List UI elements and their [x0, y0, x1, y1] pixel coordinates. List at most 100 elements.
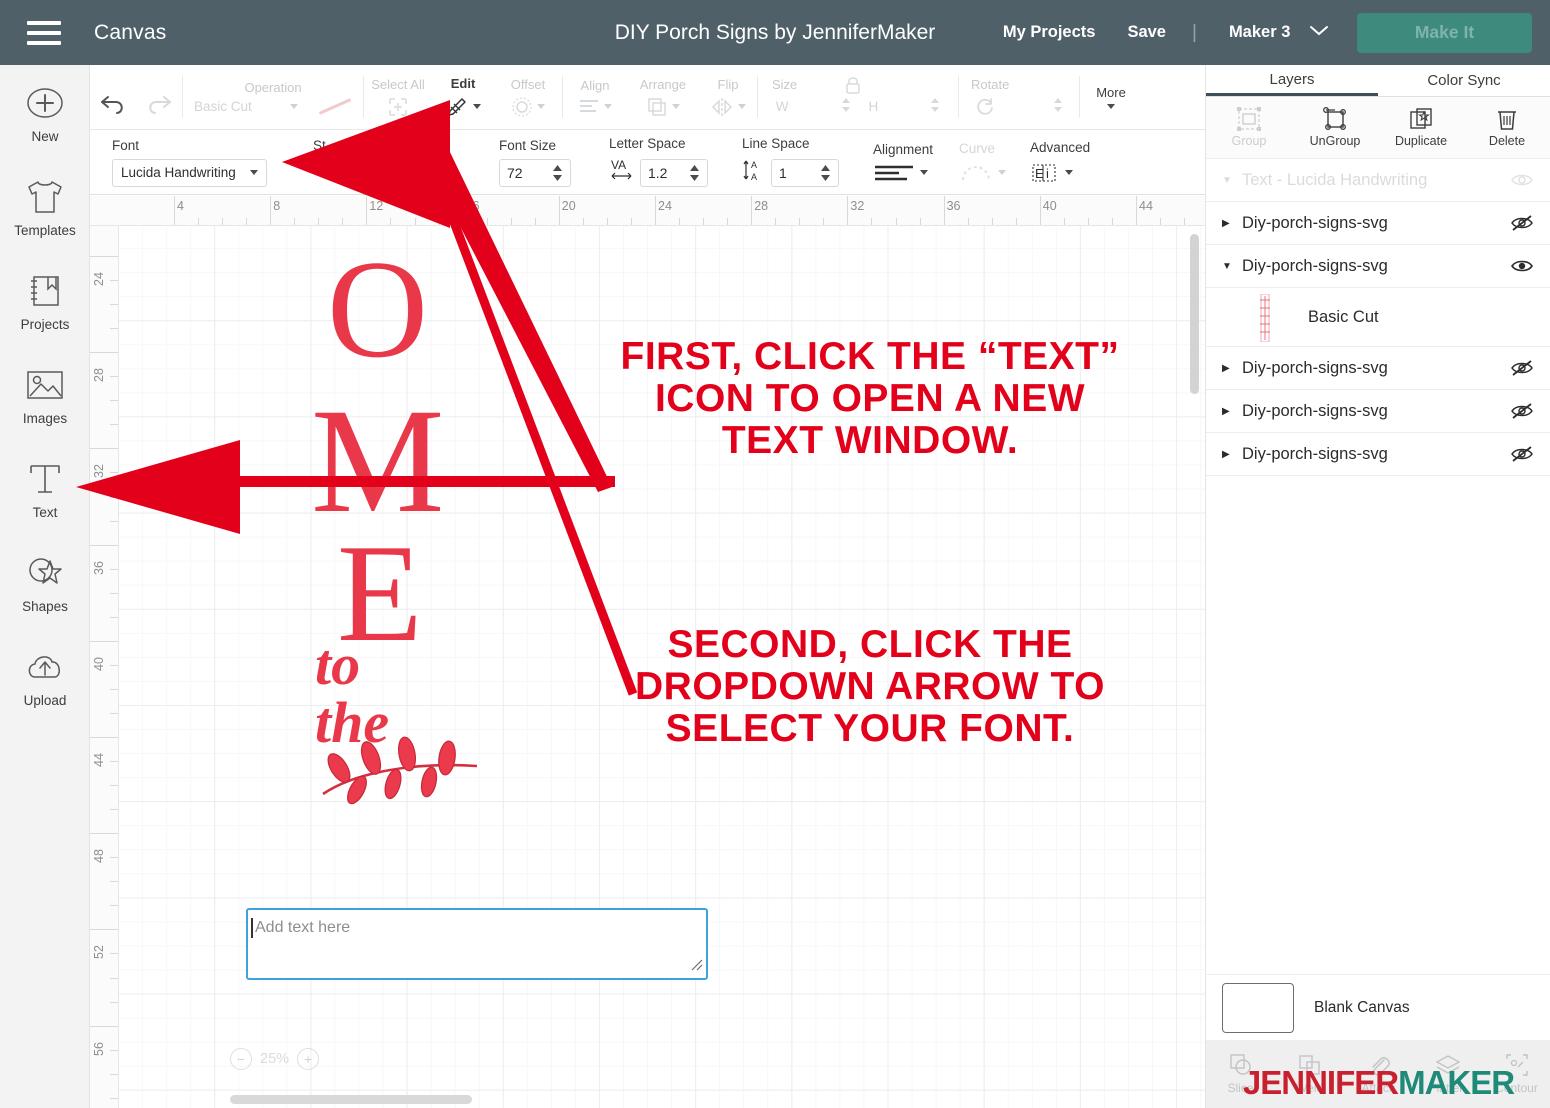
font-group: Font Lucida Handwriting [112, 130, 267, 195]
operation-group[interactable]: Operation Basic Cut [183, 65, 363, 130]
line-space-stepper[interactable] [820, 164, 831, 182]
chevron-right-icon[interactable]: ▶ [1222, 406, 1238, 417]
canvas-thumbnail[interactable] [1222, 982, 1294, 1033]
visibility-hidden-icon[interactable] [1510, 214, 1534, 232]
rotate-fields[interactable] [975, 96, 1063, 117]
offset-button[interactable]: Offset [494, 65, 562, 130]
visibility-hidden-icon[interactable] [1510, 445, 1534, 463]
sidebar-item-new[interactable]: New [0, 65, 90, 159]
redo-button[interactable] [136, 65, 182, 130]
machine-selector[interactable]: Maker 3 [1207, 23, 1337, 42]
layer-color-swatch [1256, 293, 1272, 343]
chevron-right-icon[interactable]: ▶ [1222, 449, 1238, 460]
ruler-major-tick [366, 196, 368, 225]
group-button[interactable]: Group [1206, 97, 1292, 158]
chevron-down-icon[interactable]: ▼ [1222, 175, 1238, 186]
lock-aspect-icon[interactable] [844, 75, 862, 100]
zoom-in-button[interactable]: + [297, 1048, 320, 1070]
header-divider: | [1192, 21, 1197, 43]
tshirt-icon [24, 174, 66, 220]
chevron-right-icon[interactable]: ▶ [1222, 218, 1238, 229]
layer-row-svg-5[interactable]: ▶ Diy-porch-signs-svg [1206, 433, 1550, 476]
align-button[interactable]: Align [563, 65, 627, 130]
delete-button[interactable]: Delete [1464, 97, 1550, 158]
duplicate-button[interactable]: Duplicate [1378, 97, 1464, 158]
art-script-text[interactable]: to the [315, 636, 389, 752]
sidebar-label-projects: Projects [20, 317, 70, 332]
size-h-spinner[interactable] [930, 96, 940, 117]
art-letter-o[interactable]: O [327, 240, 428, 380]
undo-button[interactable] [90, 65, 136, 130]
align-icon [580, 99, 598, 112]
art-letter-m[interactable]: M [311, 386, 444, 536]
text-input-box[interactable]: Add text here [246, 908, 708, 980]
vertical-scrollbar[interactable] [1190, 234, 1199, 394]
hamburger-icon[interactable] [27, 20, 61, 45]
edit-button[interactable]: Edit [432, 65, 494, 130]
more-caret-row[interactable] [1107, 104, 1115, 109]
sidebar-item-text[interactable]: Text [0, 441, 90, 535]
edit-label: Edit [450, 75, 476, 91]
leaf-branch-icon[interactable] [315, 736, 485, 806]
layer-row-text[interactable]: ▼ Text - Lucida Handwriting [1206, 159, 1550, 202]
sidebar-item-shapes[interactable]: Shapes [0, 535, 90, 629]
alignment-control[interactable] [873, 163, 933, 183]
letter-space-input[interactable]: 1.2 [640, 158, 708, 187]
layer-row-svg-1[interactable]: ▶ Diy-porch-signs-svg [1206, 202, 1550, 245]
font-size-input[interactable]: 72 [499, 158, 571, 187]
chevron-down-icon[interactable] [1065, 170, 1074, 175]
rotate-spinner[interactable] [1053, 96, 1063, 117]
chevron-right-icon[interactable]: ▶ [1222, 363, 1238, 374]
visibility-hidden-icon[interactable] [1510, 359, 1534, 377]
zoom-out-button[interactable]: − [230, 1048, 252, 1070]
visibility-eye-icon[interactable] [1510, 257, 1534, 275]
layer-row-svg-4[interactable]: ▶ Diy-porch-signs-svg [1206, 390, 1550, 433]
ruler-minor-tick [1087, 218, 1089, 225]
watermark-part2: MAKER [1398, 1064, 1515, 1101]
advanced-label: Advanced [1030, 139, 1091, 155]
size-group[interactable]: Size W H [758, 65, 958, 130]
more-button[interactable]: More [1080, 65, 1142, 130]
sublayer-row-basic-cut[interactable]: Basic Cut [1206, 288, 1550, 347]
ruler-tick-label: 32 [850, 199, 865, 213]
flip-button[interactable]: Flip [699, 65, 757, 130]
advanced-control[interactable]: Ei [1030, 161, 1090, 185]
tab-color-sync[interactable]: Color Sync [1378, 65, 1550, 96]
edit-icon-row[interactable] [445, 95, 481, 119]
operation-value-row[interactable]: Basic Cut [194, 98, 352, 115]
letter-space-stepper[interactable] [689, 164, 700, 182]
font-select[interactable]: Lucida Handwriting [112, 158, 267, 187]
tab-layers[interactable]: Layers [1206, 65, 1378, 96]
select-all-button[interactable]: Select All [364, 65, 432, 130]
chevron-down-icon [537, 104, 545, 109]
my-projects-link[interactable]: My Projects [987, 23, 1112, 42]
canvas-label[interactable]: Canvas [94, 21, 166, 45]
sidebar-item-images[interactable]: Images [0, 347, 90, 441]
horizontal-scrollbar[interactable] [230, 1095, 472, 1104]
chevron-down-icon[interactable]: ▼ [1222, 261, 1238, 272]
ruler-minor-tick [775, 218, 777, 225]
rotate-group[interactable]: Rotate [959, 65, 1079, 130]
visibility-hidden-icon[interactable] [1510, 402, 1534, 420]
line-space-input[interactable]: 1 [771, 158, 839, 187]
zoom-controls[interactable]: − 25% + [230, 1048, 320, 1070]
visibility-eye-icon[interactable] [1510, 172, 1534, 188]
layer-row-svg-3[interactable]: ▶ Diy-porch-signs-svg [1206, 347, 1550, 390]
save-button[interactable]: Save [1111, 23, 1182, 42]
arrange-button[interactable]: Arrange [627, 65, 699, 130]
ungroup-button[interactable]: UnGroup [1292, 97, 1378, 158]
chevron-down-icon[interactable] [250, 170, 258, 175]
make-it-button[interactable]: Make It [1357, 12, 1532, 53]
layer-row-svg-2[interactable]: ▼ Diy-porch-signs-svg [1206, 245, 1550, 288]
canvas-background-row[interactable]: Blank Canvas [1206, 974, 1550, 1040]
chevron-down-icon[interactable] [920, 170, 928, 175]
style-select[interactable] [313, 159, 443, 187]
sidebar-item-projects[interactable]: Projects [0, 253, 90, 347]
font-size-stepper[interactable] [552, 164, 563, 182]
align-icon-row [578, 97, 612, 117]
resize-handle[interactable] [689, 957, 703, 976]
duplicate-icon [1410, 108, 1432, 129]
sidebar-item-upload[interactable]: Upload [0, 629, 90, 723]
ruler-minor-tick [1015, 218, 1017, 225]
sidebar-item-templates[interactable]: Templates [0, 159, 90, 253]
